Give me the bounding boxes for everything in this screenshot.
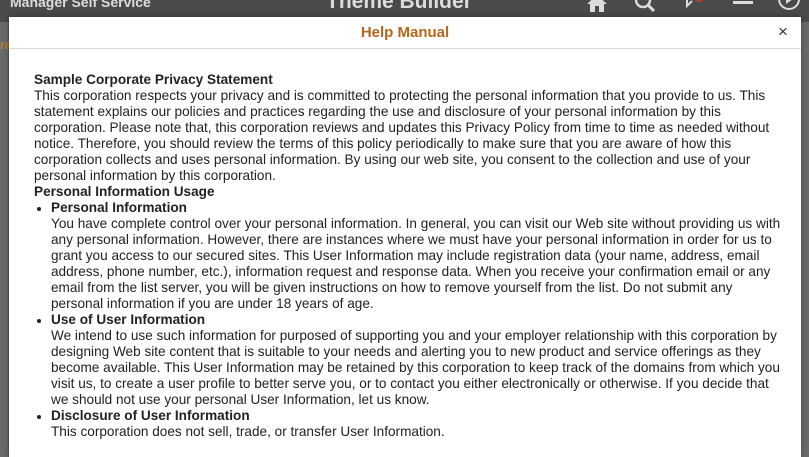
- modal-body: Sample Corporate Privacy Statement This …: [34, 72, 784, 440]
- search-icon[interactable]: [634, 0, 656, 13]
- home-icon[interactable]: [586, 0, 608, 12]
- list-item: Disclosure of User Information This corp…: [51, 408, 784, 440]
- section-heading: Personal Information Usage: [34, 184, 215, 199]
- privacy-intro-text: This corporation respects your privacy a…: [34, 88, 770, 183]
- modal-header: Help Manual ×: [9, 17, 801, 49]
- list-item-text: We intend to use such information for pu…: [51, 328, 780, 407]
- close-button[interactable]: ×: [775, 23, 791, 41]
- privacy-statement-heading: Sample Corporate Privacy Statement: [34, 72, 273, 87]
- list-item-title: Personal Information: [51, 200, 187, 215]
- list-item-text: You have complete control over your pers…: [51, 216, 781, 311]
- navbar-icon[interactable]: [778, 0, 800, 12]
- background-left-panel: ra: [0, 22, 11, 457]
- list-item-text: This corporation does not sell, trade, o…: [51, 424, 445, 439]
- list-item-title: Use of User Information: [51, 312, 206, 327]
- help-manual-modal: Help Manual × Sample Corporate Privacy S…: [9, 17, 801, 457]
- modal-title: Help Manual: [360, 24, 450, 41]
- usage-list: Personal Information You have complete c…: [34, 200, 784, 440]
- background-page-title: Theme Builder: [326, 0, 472, 13]
- list-item: Personal Information You have complete c…: [51, 200, 784, 312]
- notifications-icon[interactable]: [684, 0, 706, 12]
- background-left-title: Manager Self Service: [10, 0, 151, 10]
- background-right-panel: [801, 22, 809, 457]
- list-item: Use of User Information We intend to use…: [51, 312, 784, 408]
- list-item-title: Disclosure of User Information: [51, 408, 250, 423]
- menu-icon[interactable]: [732, 0, 754, 12]
